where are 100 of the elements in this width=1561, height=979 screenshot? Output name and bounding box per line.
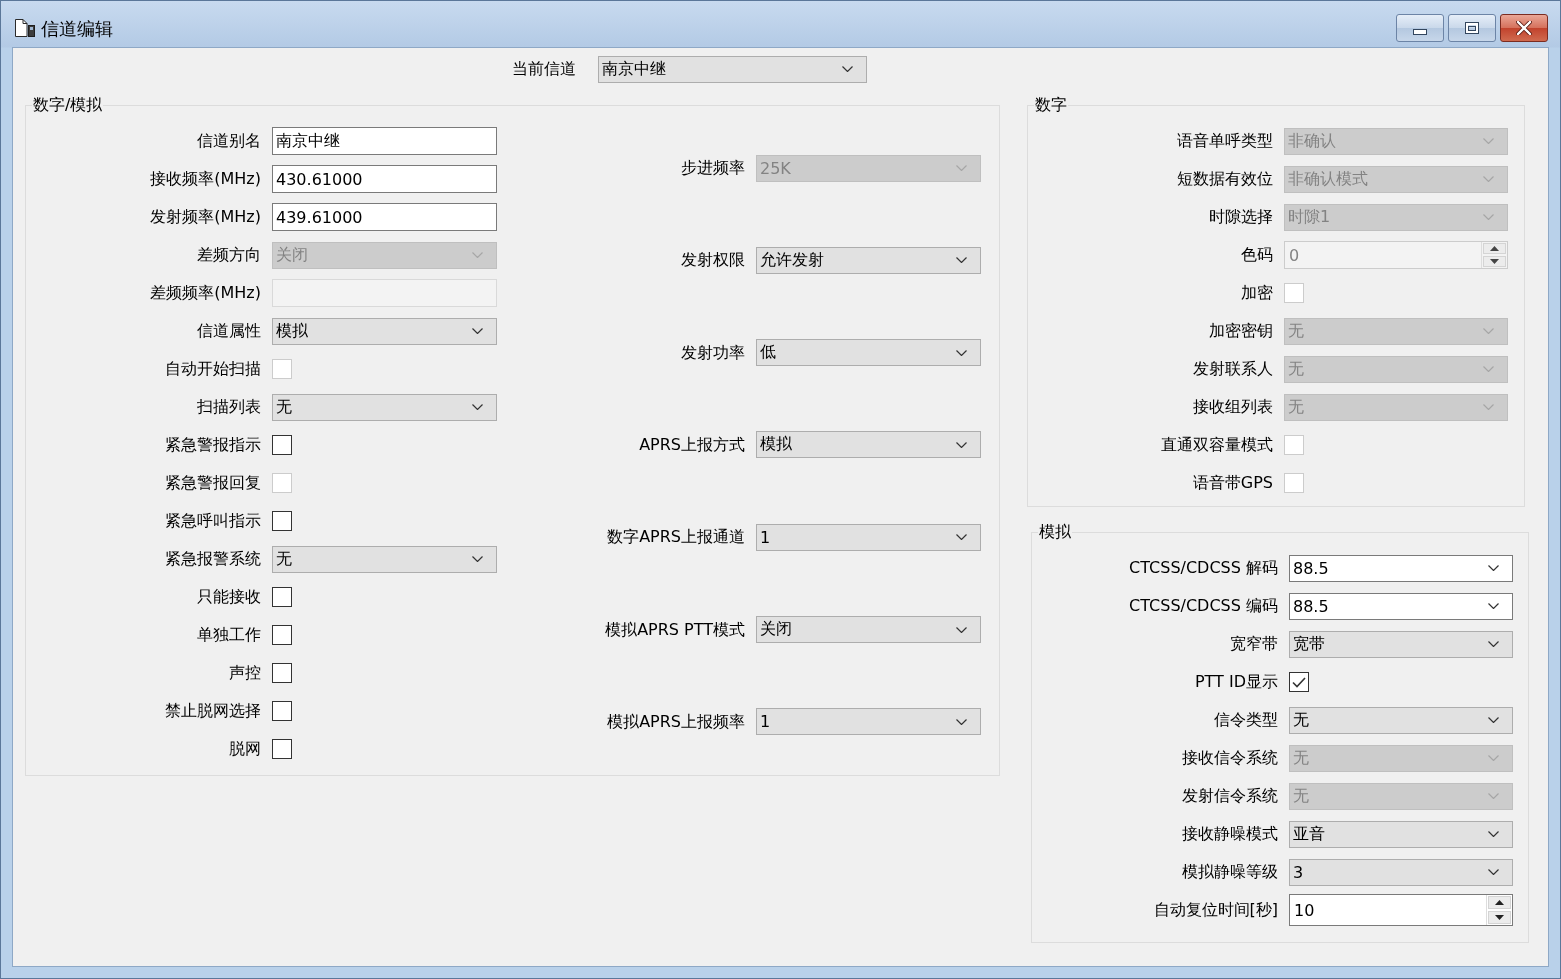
chevron-down-icon [1488, 641, 1499, 647]
chevron-down-icon [1488, 869, 1499, 875]
chevron-down-icon [472, 252, 483, 258]
checkbox[interactable] [272, 739, 292, 759]
field-label: 紧急警报回复 [165, 472, 261, 494]
text-field[interactable]: 439.61000 [272, 203, 497, 231]
field-label: 直通双容量模式 [1161, 434, 1273, 456]
field-label: 脱网 [229, 738, 261, 760]
dropdown[interactable]: 关闭 [756, 616, 981, 644]
field-label: 发射功率 [681, 341, 745, 364]
group-title: 模拟 [1038, 522, 1072, 542]
document-device-icon [14, 18, 36, 38]
field-label: 模拟APRS PTT模式 [605, 618, 745, 641]
field-label: 色码 [1241, 244, 1273, 266]
field-label: 时隙选择 [1209, 206, 1273, 228]
field-label: 扫描列表 [197, 396, 261, 418]
field-label: 发射信令系统 [1182, 785, 1278, 807]
field-label: 差频方向 [197, 244, 261, 266]
combo-box[interactable]: 88.5 [1289, 592, 1513, 620]
close-icon [1516, 21, 1532, 35]
dropdown[interactable]: 模拟 [272, 317, 497, 345]
dropdown[interactable]: 1 [756, 708, 981, 736]
maximize-button[interactable] [1448, 14, 1496, 42]
chevron-down-icon [1488, 603, 1499, 609]
field-label: CTCSS/CDCSS 编码 [1129, 595, 1278, 617]
field-label: 数字APRS上报通道 [607, 526, 745, 549]
chevron-down-icon [842, 66, 853, 72]
text-field[interactable]: 南京中继 [272, 127, 497, 155]
chevron-down-icon [956, 349, 967, 356]
chevron-down-icon [1488, 793, 1499, 799]
checkbox[interactable] [272, 701, 292, 721]
dropdown[interactable]: 低 [756, 339, 981, 367]
checkbox[interactable] [272, 511, 292, 531]
chevron-down-icon [1483, 214, 1494, 220]
chevron-down-icon [956, 442, 967, 448]
chevron-down-icon [1483, 404, 1494, 410]
field-label: 发射频率(MHz) [150, 206, 261, 228]
field-label: 信道别名 [197, 130, 261, 152]
dropdown[interactable]: 无 [272, 393, 497, 421]
field-label: 发射权限 [681, 249, 745, 272]
field-label: 单独工作 [197, 624, 261, 646]
checkbox[interactable] [272, 663, 292, 683]
field-label: 只能接收 [197, 586, 261, 608]
field-label: 宽窄带 [1230, 633, 1278, 655]
dropdown[interactable]: 允许发射 [756, 246, 981, 274]
chevron-down-icon [472, 556, 483, 562]
field-label: 模拟APRS上报频率 [607, 710, 745, 733]
field-label: 信道属性 [197, 320, 261, 342]
field-label: 紧急警报指示 [165, 434, 261, 456]
dropdown[interactable]: 无 [1289, 706, 1513, 734]
maximize-icon [1465, 22, 1479, 34]
minimize-button[interactable] [1396, 14, 1444, 42]
field-label: 紧急呼叫指示 [165, 510, 261, 532]
dropdown[interactable]: 1 [756, 523, 981, 551]
chevron-down-icon [1488, 717, 1499, 723]
field-label: 接收信令系统 [1182, 747, 1278, 769]
group-title: 数字/模拟 [32, 95, 104, 115]
group-title: 数字 [1034, 95, 1068, 115]
dropdown[interactable]: 3 [1289, 858, 1513, 886]
dropdown[interactable]: 模拟 [756, 431, 981, 459]
triangle-down-icon [1495, 915, 1504, 920]
field-label: 自动开始扫描 [165, 358, 261, 380]
spin-up-button[interactable] [1488, 896, 1511, 909]
dropdown[interactable]: 南京中继 [598, 55, 867, 83]
text-field[interactable]: 430.61000 [272, 165, 497, 193]
chevron-down-icon [1483, 328, 1494, 334]
chevron-down-icon [1488, 565, 1499, 571]
minimize-icon [1413, 29, 1427, 35]
checkbox[interactable] [1289, 672, 1309, 692]
triangle-up-icon [1490, 246, 1499, 251]
field-label: 信令类型 [1214, 709, 1278, 731]
triangle-up-icon [1495, 900, 1504, 905]
dropdown[interactable]: 无 [272, 545, 497, 573]
chevron-down-icon [956, 626, 967, 633]
checkbox[interactable] [272, 625, 292, 645]
chevron-down-icon [1488, 755, 1499, 761]
field-label: 语音单呼类型 [1177, 130, 1273, 152]
field-label: 紧急报警系统 [165, 548, 261, 570]
checkbox[interactable] [272, 587, 292, 607]
combo-box[interactable]: 88.5 [1289, 554, 1513, 582]
spin-box[interactable]: 10 [1289, 894, 1513, 926]
dropdown[interactable]: 亚音 [1289, 820, 1513, 848]
close-button[interactable] [1500, 14, 1548, 42]
checkbox[interactable] [272, 435, 292, 455]
chevron-down-icon [1483, 366, 1494, 372]
field-label: 发射联系人 [1193, 358, 1273, 380]
dropdown[interactable]: 宽带 [1289, 630, 1513, 658]
field-label: 加密密钥 [1209, 320, 1273, 342]
field-label: PTT ID显示 [1194, 671, 1278, 693]
field-label: 语音带GPS [1192, 472, 1273, 494]
chevron-down-icon [472, 328, 483, 334]
checkmark-icon [1292, 676, 1306, 688]
chevron-down-icon [1483, 138, 1494, 144]
spin-down-button[interactable] [1488, 911, 1511, 924]
triangle-down-icon [1490, 259, 1499, 264]
chevron-down-icon [956, 534, 967, 541]
window-title: 信道编辑 [41, 17, 113, 41]
field-label: 差频频率(MHz) [150, 282, 261, 304]
field-label: 当前信道 [511, 58, 576, 80]
chevron-down-icon [1488, 831, 1499, 837]
